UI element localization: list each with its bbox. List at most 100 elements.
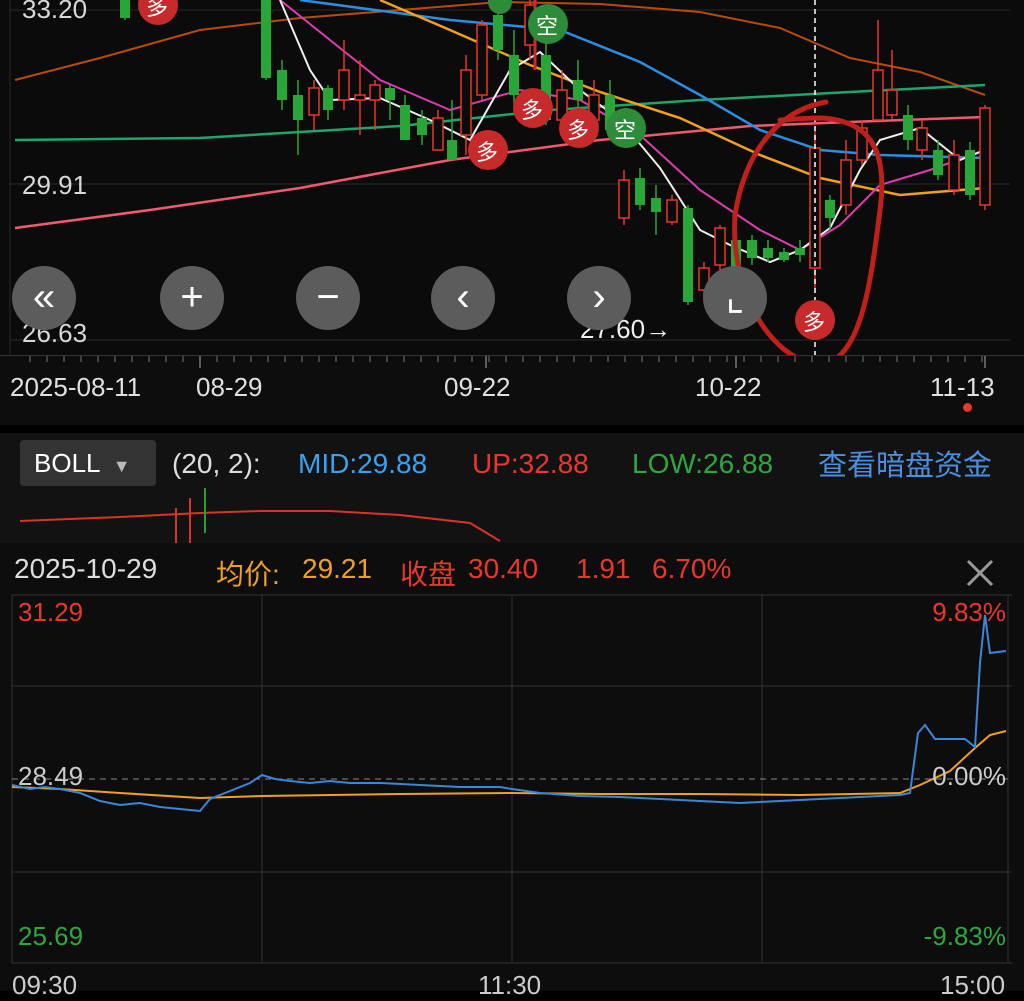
latest-dot [963, 403, 972, 412]
indicator-select[interactable]: BOLL ▼ [20, 440, 156, 486]
candle-body [338, 69, 350, 101]
caret-down-icon: ▼ [112, 456, 131, 476]
ma-green-line [14, 83, 986, 142]
zoom-in-button[interactable]: + [160, 266, 224, 330]
candle-body [354, 94, 366, 101]
candle-body [400, 105, 410, 140]
candle-body [916, 127, 928, 151]
scroll-left-button[interactable]: ‹ [431, 266, 495, 330]
candle-body [979, 107, 991, 206]
candle-body [120, 0, 130, 18]
avg-price-label: 均价: [216, 559, 280, 590]
candle-body [666, 199, 678, 223]
buy-signal-label: 多 [476, 140, 499, 165]
boll-up: UP:32.88 [472, 448, 589, 479]
candle-body [651, 198, 661, 212]
fullscreen-button[interactable]: ⌞ [703, 266, 767, 330]
kline-svg [9, 0, 1010, 368]
candle-body [683, 208, 693, 302]
scroll-right-button[interactable]: › [567, 266, 631, 330]
candle-body [763, 248, 773, 258]
buy-signal-label: 多 [803, 310, 826, 335]
candle-body [635, 178, 645, 205]
candle-body [261, 0, 271, 78]
pct-low-label: -9.83% [923, 921, 1006, 951]
candle-body [460, 69, 472, 136]
candle-body [840, 159, 852, 206]
date-label: 11-13 [930, 372, 995, 402]
close-button[interactable] [962, 555, 998, 591]
candle-body [293, 95, 303, 120]
kline-chart[interactable]: 多 多 多 多 多 空 空 33.20 29.91 26.63 27.60→ «… [0, 0, 1024, 368]
rewind-button[interactable]: « [12, 266, 76, 330]
chevron-right-icon: › [592, 275, 606, 319]
close-value: 30.40 [468, 553, 539, 584]
candle-body [825, 200, 835, 218]
candle-body [369, 84, 381, 101]
date-ticks [29, 356, 986, 368]
candle-body [886, 89, 898, 116]
candle-body [493, 15, 503, 50]
intraday-date: 2025-10-29 [14, 553, 158, 584]
sell-signal-label: 空 [614, 118, 637, 143]
candle-body [385, 88, 395, 100]
double-chevron-left-icon: « [32, 275, 56, 319]
candle-body [323, 88, 333, 110]
view-darkpool-funds-link[interactable]: 查看暗盘资金 [818, 442, 992, 484]
time-label: 11:30 [478, 970, 542, 1000]
intraday-panel: 2025-10-29 均价: 29.21 收盘 30.40 1.91 6.70%… [0, 543, 1024, 991]
candle-body [795, 248, 805, 255]
candle-body [509, 55, 519, 95]
boll-params: (20, 2): [172, 448, 261, 479]
time-label: 09:30 [12, 970, 78, 1000]
date-axis [0, 355, 1024, 426]
candle-body [447, 140, 457, 160]
boll-mid: MID:29.88 [298, 448, 428, 479]
candle-body [417, 118, 427, 135]
candle-body [476, 24, 488, 96]
separator [0, 425, 1024, 433]
date-label: 2025-08-11 [10, 372, 142, 402]
date-label: 08-29 [196, 372, 263, 402]
date-label: 09-22 [444, 372, 511, 402]
price-label-top: 33.20 [22, 0, 88, 24]
candle-body [965, 150, 975, 195]
chevron-left-icon: ‹ [456, 275, 470, 319]
candle-body [308, 87, 320, 116]
price-label-mid: 29.91 [22, 170, 88, 200]
candle-body [872, 69, 884, 121]
sell-signal-label: 空 [536, 14, 559, 39]
price-low-label: 25.69 [18, 921, 84, 951]
buy-signal-label: 多 [146, 0, 169, 20]
candle-body [933, 150, 943, 175]
candles-group [120, 0, 991, 305]
close-icon [966, 559, 994, 587]
intraday-chart [11, 594, 1012, 964]
candle-body [714, 227, 726, 266]
candle-body [618, 179, 630, 219]
candle-body [779, 252, 789, 260]
buy-signal-label: 多 [521, 98, 544, 123]
date-label: 10-22 [695, 372, 762, 402]
candle-body [277, 70, 287, 100]
plus-icon: + [180, 275, 204, 319]
candle-body [903, 115, 913, 140]
pct-high-label: 9.83% [932, 597, 1006, 627]
candle-body [948, 154, 960, 191]
boll-low: LOW:26.88 [632, 448, 774, 479]
price-high-label: 31.29 [18, 597, 84, 627]
buy-signal-label: 多 [567, 118, 590, 143]
indicator-select-value: BOLL [34, 448, 100, 478]
time-label: 15:00 [940, 970, 1006, 1000]
change-value: 1.91 [576, 553, 631, 584]
avg-price-value: 29.21 [302, 553, 373, 584]
zoom-out-button[interactable]: − [296, 266, 360, 330]
price-line [11, 614, 1007, 813]
fullscreen-corner-icon: ⌞ [725, 275, 745, 319]
price-ref-label: 28.49 [18, 761, 84, 791]
candle-body [573, 80, 583, 100]
minus-icon: − [316, 275, 340, 319]
candle-body [747, 240, 757, 258]
candle-body [432, 117, 444, 151]
pct-ref-label: 0.00% [932, 761, 1006, 791]
